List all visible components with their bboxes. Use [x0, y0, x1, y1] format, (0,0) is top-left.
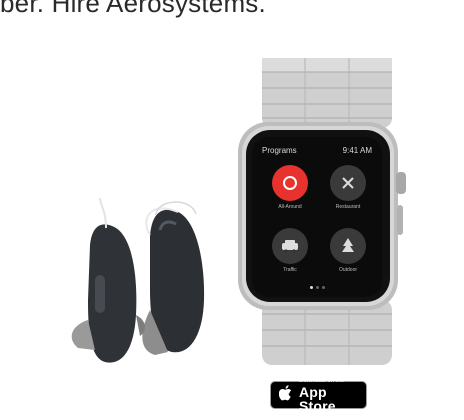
page-dots — [252, 286, 382, 289]
program-tile-traffic[interactable]: Traffic — [264, 228, 316, 285]
watch-header-title: Programs — [262, 146, 297, 155]
ring-icon — [272, 165, 308, 201]
badge-big-text: App Store — [299, 383, 336, 414]
program-grid: All-Around Restaurant Traffic Outdoor — [264, 165, 374, 285]
program-tile-all-around[interactable]: All-Around — [264, 165, 316, 222]
digital-crown — [396, 172, 406, 194]
watch-header-time: 9:41 AM — [342, 146, 372, 155]
car-icon — [272, 228, 308, 264]
fork-knife-icon — [330, 165, 366, 201]
program-label: Restaurant — [335, 204, 361, 210]
watch-band-top — [262, 58, 392, 128]
watch-screen: Programs 9:41 AM All-Around Restaurant T… — [252, 137, 382, 297]
app-store-badge[interactable]: Download on the App Store — [270, 377, 367, 413]
product-illustration — [71, 58, 406, 365]
hearing-aid-left — [71, 197, 145, 363]
hearing-aid-right — [142, 201, 205, 355]
program-tile-outdoor[interactable]: Outdoor — [322, 228, 374, 285]
badge-small-text: Download on the — [299, 377, 345, 384]
apple-icon — [278, 384, 293, 406]
side-button — [397, 205, 403, 235]
watch-header: Programs 9:41 AM — [262, 146, 372, 155]
program-label: Traffic — [283, 267, 297, 273]
tree-icon — [330, 228, 366, 264]
program-tile-restaurant[interactable]: Restaurant — [322, 165, 374, 222]
program-label: All-Around — [278, 204, 302, 210]
program-label: Outdoor — [338, 267, 358, 273]
